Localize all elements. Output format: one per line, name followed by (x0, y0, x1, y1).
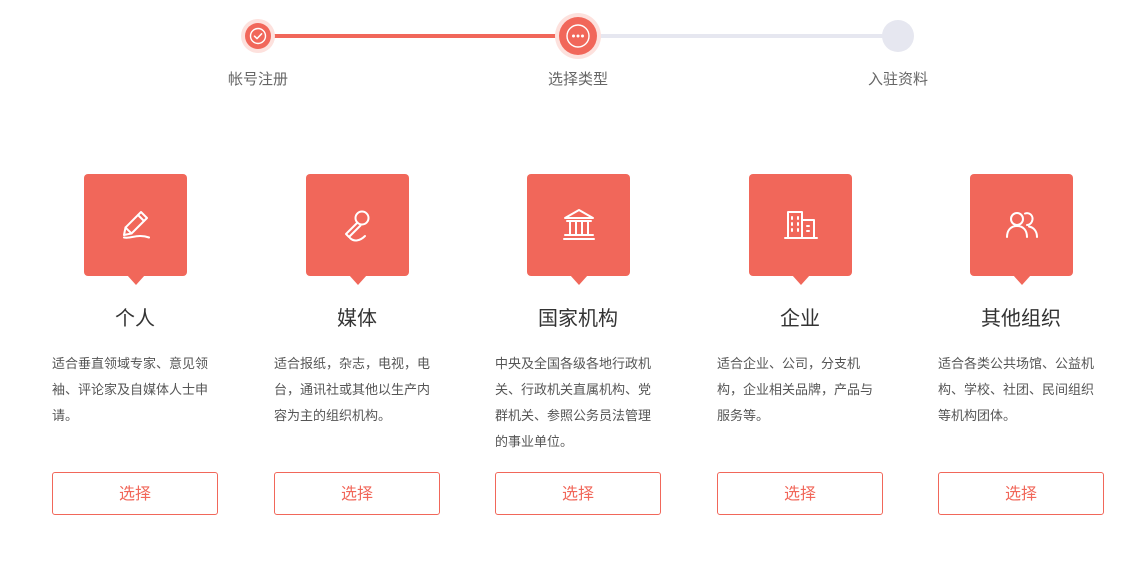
select-government-button[interactable]: 选择 (495, 472, 661, 515)
office-building-icon (784, 211, 818, 239)
card-description: 中央及全国各级各地行政机关、行政机关直属机构、党群机关、参照公务员法管理的事业单… (495, 357, 652, 450)
card-icon-badge (306, 174, 409, 285)
select-media-button[interactable]: 选择 (274, 472, 440, 515)
select-other-organization-button[interactable]: 选择 (938, 472, 1104, 515)
card-title: 其他组织 (981, 306, 1061, 330)
card-icon-badge (84, 174, 187, 285)
card-title: 企业 (780, 306, 820, 330)
card-description: 适合各类公共场馆、公益机构、学校、社团、民间组织等机构团体。 (938, 357, 1095, 424)
card-other-organization: 其他组织 适合各类公共场馆、公益机构、学校、社团、民间组织等机构团体。 选择 (938, 174, 1104, 534)
people-icon (1006, 212, 1038, 238)
microphone-icon (345, 210, 370, 242)
select-enterprise-button[interactable]: 选择 (717, 472, 883, 515)
card-title: 媒体 (337, 306, 377, 330)
card-icon-badge (749, 174, 852, 285)
account-type-list: 个人 适合垂直领域专家、意见领袖、评论家及自媒体人士申请。 选择 媒体 适合报纸… (0, 0, 1130, 580)
pen-icon (123, 211, 150, 239)
card-media: 媒体 适合报纸，杂志，电视，电台，通讯社或其他以生产内容为主的组织机构。 选择 (274, 174, 440, 534)
registration-type-page: 帐号注册 选择类型 入驻资料 个人 适合垂直领域专家、意见领袖、评论家及自媒体人… (0, 0, 1130, 580)
card-icon-badge (970, 174, 1073, 285)
card-personal: 个人 适合垂直领域专家、意见领袖、评论家及自媒体人士申请。 选择 (52, 174, 218, 534)
card-description: 适合报纸，杂志，电视，电台，通讯社或其他以生产内容为主的组织机构。 (274, 357, 431, 424)
card-government: 国家机构 中央及全国各级各地行政机关、行政机关直属机构、党群机关、参照公务员法管… (495, 174, 661, 534)
select-personal-button[interactable]: 选择 (52, 472, 218, 515)
card-enterprise: 企业 适合企业、公司，分支机构，企业相关品牌，产品与服务等。 选择 (717, 174, 883, 534)
card-title: 个人 (115, 306, 155, 330)
card-description: 适合企业、公司，分支机构，企业相关品牌，产品与服务等。 (717, 357, 874, 424)
card-description: 适合垂直领域专家、意见领袖、评论家及自媒体人士申请。 (52, 357, 209, 424)
government-building-icon (563, 209, 595, 240)
card-title: 国家机构 (538, 306, 618, 330)
card-icon-badge (527, 174, 630, 285)
